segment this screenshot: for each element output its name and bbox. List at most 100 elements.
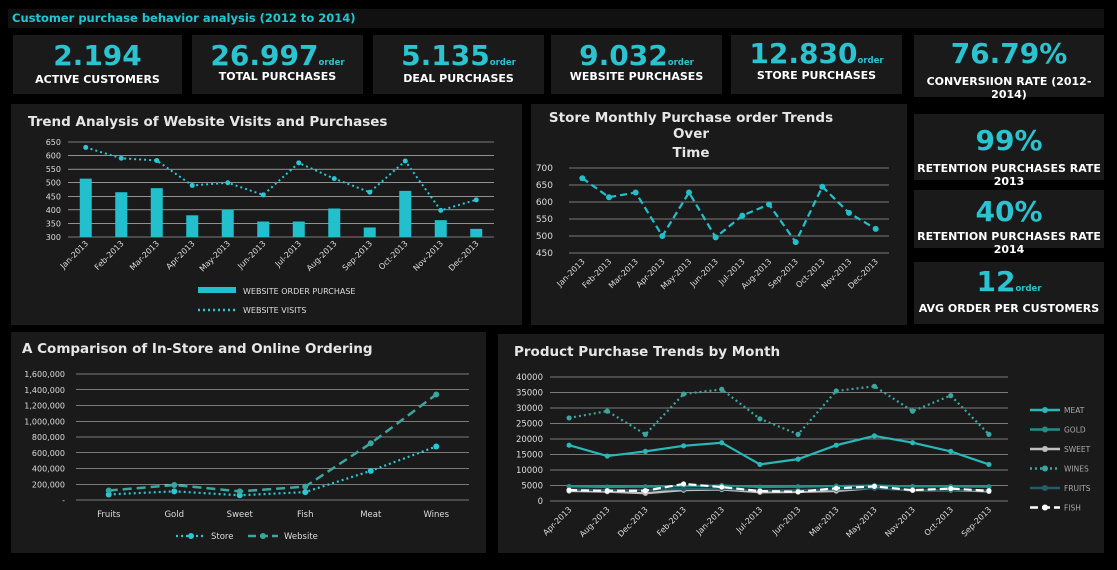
y-tick-label: 350 [46,219,61,228]
kpi-unit: order [857,56,884,66]
legend-label: Website [284,532,318,542]
line-point [367,467,374,474]
y-tick-label: - [62,496,65,505]
y-tick-label: 1,600,000 [24,370,65,379]
legend-marker [260,533,266,539]
legend-marker [1042,407,1048,413]
series-line-meat [568,434,990,466]
legend-label: MEAT [1064,406,1085,415]
x-tick-label: Feb-2013 [655,505,688,538]
line-point [604,408,610,414]
line-point [566,442,572,448]
x-tick-label: Nov-2013 [883,505,917,539]
bar [434,220,447,237]
line-point [438,207,444,213]
line-point [225,180,231,186]
x-tick-label: Fish [297,510,313,520]
bar [186,215,199,237]
y-tick-label: 450 [46,192,61,201]
x-tick-label: Meat [360,510,382,520]
line-point [871,383,878,389]
x-tick-label: Gold [164,510,184,520]
legend-marker [1042,465,1048,472]
y-tick-label: 650 [46,138,61,147]
x-tick-label: Jun-2013 [688,257,720,289]
line-point [792,239,799,246]
line-point [260,192,266,198]
line-point [986,488,992,494]
bar [79,178,92,237]
legend-label: WEBSITE VISITS [243,306,306,315]
kpi-label: RETENTION PURCHASES RATE 2014 [917,230,1101,256]
kpi-value: 9.032 [579,39,668,72]
legend-marker [1042,446,1048,452]
legend-label: GOLD [1064,426,1086,435]
x-tick-label: Dec-2013 [616,505,650,539]
line-point [433,443,440,450]
kpi-unit: order [489,58,516,68]
line-point [642,448,649,454]
kpi-label: DEAL PURCHASES [403,72,514,85]
x-tick-label: Sep-2013 [960,505,993,538]
line-point [986,431,992,437]
line-point [766,201,772,208]
line-point [757,416,763,422]
legend-marker [188,533,194,539]
x-tick-label: Aug-2013 [305,239,339,273]
line-point [579,175,586,182]
line-point [795,431,801,437]
kpi-value: 26.997 [210,39,319,72]
kpi-website-purchases: 9.032order WEBSITE PURCHASES [551,35,722,94]
y-tick-label: 0 [538,497,543,507]
line-point [819,183,826,190]
x-tick-label: May-2013 [198,239,232,273]
line-point [302,489,309,496]
y-tick-label: 25000 [516,420,543,430]
line-point [171,482,178,489]
kpi-value: 40% [975,195,1043,228]
line-point [236,488,243,495]
y-tick-label: 500 [536,232,553,242]
y-tick-label: 20000 [516,435,543,445]
x-tick-label: Wines [423,510,449,520]
bar [470,228,483,237]
legend-label: FISH [1064,504,1081,513]
kpi-label: TOTAL PURCHASES [218,70,337,83]
line-point [712,234,719,241]
kpi-total-purchases: 26.997order TOTAL PURCHASES [192,35,363,94]
dashboard-header: Customer purchase behavior analysis (201… [8,9,1104,28]
x-tick-label: Jul-2013 [273,239,303,269]
x-tick-label: Mar-2013 [128,239,161,272]
line-point [680,391,687,397]
line-point [433,391,440,398]
y-tick-label: 1,200,000 [24,402,65,411]
x-tick-label: Mar-2013 [808,505,841,538]
line-point [909,408,916,414]
kpi-store-purchases: 12.830order STORE PURCHASES [731,35,902,94]
y-tick-label: 10000 [516,466,543,476]
kpi-value: 12.830 [749,37,858,70]
kpi-label: AVG ORDER PER CUSTOMERS [918,302,1100,315]
y-tick-label: 600 [46,152,61,161]
x-tick-label: Nov-2013 [411,239,445,273]
y-tick-label: 1,400,000 [24,386,65,395]
line-point [909,487,916,493]
y-tick-label: 400 [46,206,61,215]
bar [328,208,341,237]
line-point [154,157,160,163]
legend-label: FRUITS [1064,484,1091,493]
series-line-website [108,393,437,493]
line-point [757,488,763,494]
x-tick-label: Jun-2013 [770,505,802,537]
kpi-label: WEBSITE PURCHASES [569,70,704,83]
x-tick-label: Sep-2013 [341,239,374,272]
line-point [680,486,687,492]
y-tick-label: 1,000,000 [24,417,65,426]
kpi-conversion-rate: 76.79% CONVERSIION RATE (2012-2014) [914,35,1104,101]
line-point [302,483,309,490]
y-tick-label: 800,000 [32,433,65,442]
line-point [948,393,954,399]
line-point [189,182,195,188]
website-trend-chart: 650 600 550 500 450 400 350 300Jan-2013 Feb-2013… [46,138,494,315]
bar [257,221,270,237]
